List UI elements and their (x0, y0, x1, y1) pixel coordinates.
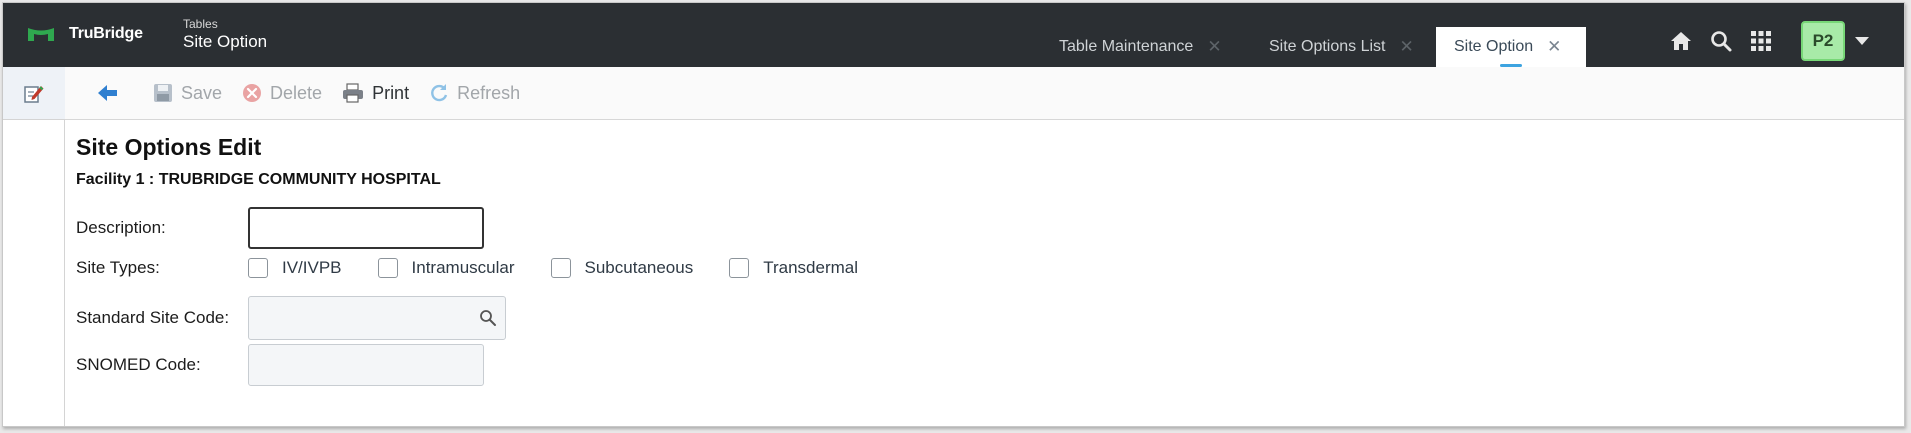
refresh-label: Refresh (457, 82, 521, 103)
page-header-title: Site Option (183, 32, 268, 51)
apps-grid-icon[interactable] (1747, 27, 1775, 55)
tab-site-options-list[interactable]: Site Options List ✕ (1249, 27, 1436, 67)
print-label: Print (372, 82, 410, 103)
top-header: TruBridge Tables Site Option Table Maint… (3, 3, 1904, 67)
checkbox[interactable] (377, 258, 398, 278)
description-row: Description: (76, 207, 484, 249)
printer-icon (343, 83, 364, 103)
standard-site-code-lookup[interactable] (248, 296, 506, 340)
trubridge-logo-icon (28, 28, 54, 41)
app-window: TruBridge Tables Site Option Table Maint… (2, 2, 1905, 427)
search-icon[interactable] (1707, 27, 1735, 55)
checkbox-transdermal[interactable]: Transdermal (729, 258, 858, 278)
snomed-code-label: SNOMED Code: (76, 355, 201, 374)
delete-label: Delete (270, 82, 323, 103)
snomed-code-field (248, 344, 484, 386)
tab-site-option[interactable]: Site Option ✕ (1436, 27, 1586, 67)
home-icon[interactable] (1667, 27, 1695, 55)
save-icon (154, 84, 172, 102)
print-button[interactable]: Print (342, 83, 409, 104)
standard-site-code-row: Standard Site Code: (76, 296, 506, 340)
back-arrow-icon (98, 85, 117, 101)
tab-strip: Table Maintenance ✕ Site Options List ✕ … (1043, 27, 1586, 67)
delete-button[interactable]: Delete (242, 83, 322, 104)
refresh-button[interactable]: Refresh (429, 83, 520, 104)
breadcrumb-parent: Tables (183, 17, 218, 31)
delete-icon (243, 84, 262, 102)
brand[interactable]: TruBridge (27, 25, 143, 43)
avatar[interactable]: P2 (1801, 21, 1845, 61)
toolbar: Save Delete Print Refresh (65, 67, 1904, 120)
tab-label: Site Option (1454, 38, 1534, 55)
site-types-row: Site Types: IV/IVPB Intramuscular Subcut… (76, 258, 894, 278)
snomed-code-row: SNOMED Code: (76, 344, 484, 386)
tab-label: Site Options List (1269, 38, 1386, 55)
checkbox-label: IV/IVPB (282, 258, 342, 277)
checkbox-intramuscular[interactable]: Intramuscular (377, 258, 515, 278)
checkbox-label: Intramuscular (411, 258, 515, 277)
close-icon[interactable]: ✕ (1207, 37, 1221, 57)
search-icon[interactable] (479, 309, 497, 327)
header-actions: P2 (1667, 21, 1869, 61)
description-label: Description: (76, 218, 166, 237)
checkbox-label: Transdermal (763, 258, 859, 277)
edit-document-icon (24, 86, 44, 103)
close-icon[interactable]: ✕ (1547, 37, 1561, 57)
save-label: Save (181, 82, 223, 103)
breadcrumb: Tables Site Option (183, 17, 267, 53)
checkbox[interactable] (550, 258, 571, 278)
save-button[interactable]: Save (153, 83, 222, 104)
tab-table-maintenance[interactable]: Table Maintenance ✕ (1043, 27, 1249, 67)
description-input[interactable] (248, 207, 484, 249)
checkbox-subcutaneous[interactable]: Subcutaneous (550, 258, 694, 278)
refresh-icon (431, 84, 448, 102)
checkbox-iv-ivpb[interactable]: IV/IVPB (248, 258, 342, 278)
facility-label: Facility 1 : TRUBRIDGE COMMUNITY HOSPITA… (76, 171, 441, 188)
checkbox-label: Subcutaneous (584, 258, 694, 277)
site-types-label: Site Types: (76, 258, 160, 277)
back-button[interactable] (97, 84, 127, 102)
chevron-down-icon[interactable] (1855, 37, 1869, 45)
site-options-form: Site Options Edit Facility 1 : TRUBRIDGE… (76, 134, 858, 386)
rail-item-edit[interactable] (3, 67, 65, 120)
page-title: Site Options Edit (76, 134, 262, 160)
brand-name: TruBridge (69, 25, 143, 42)
left-rail (3, 67, 65, 426)
checkbox[interactable] (729, 258, 750, 278)
close-icon[interactable]: ✕ (1400, 37, 1414, 57)
standard-site-code-label: Standard Site Code: (76, 308, 230, 327)
tab-label: Table Maintenance (1059, 38, 1194, 55)
checkbox[interactable] (248, 258, 268, 278)
